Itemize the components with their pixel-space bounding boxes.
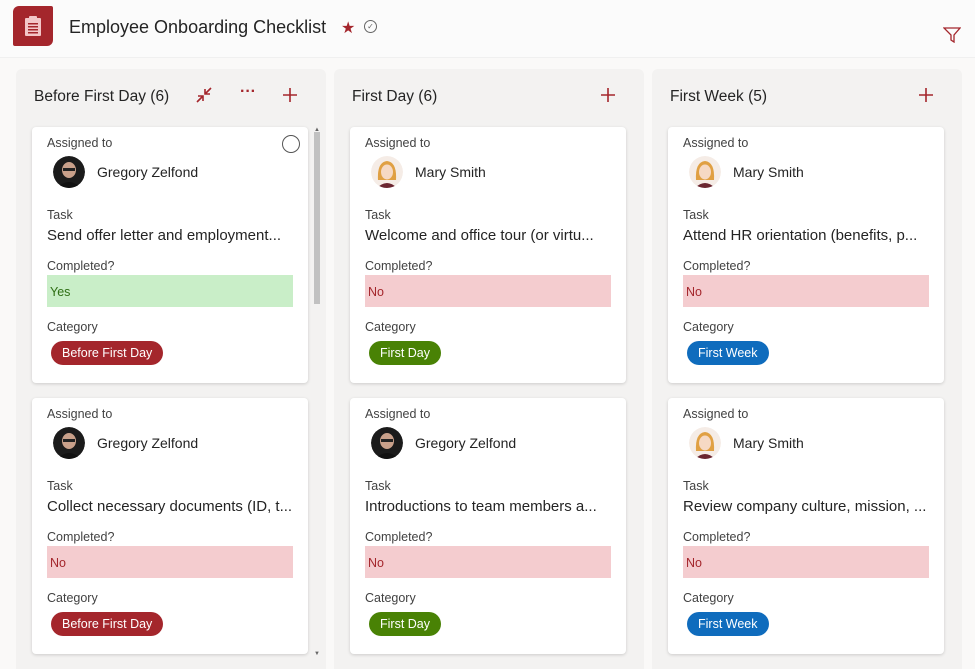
completed-label: Completed? (365, 530, 433, 544)
task-label: Task (683, 208, 709, 222)
assigned-to-label: Assigned to (47, 136, 113, 150)
category-label: Category (683, 591, 734, 605)
assignee-name: Mary Smith (733, 435, 804, 451)
task-label: Task (365, 479, 391, 493)
task-title: Attend HR orientation (benefits, p... (683, 227, 918, 244)
completed-status: No (683, 546, 929, 578)
category-badge: First Week (687, 612, 769, 636)
more-options-icon[interactable]: ··· (236, 80, 260, 104)
category-badge: First Day (369, 341, 441, 365)
completed-status: No (365, 546, 611, 578)
completed-label: Completed? (683, 530, 751, 544)
task-title: Review company culture, mission, ... (683, 498, 927, 515)
completed-label: Completed? (47, 259, 115, 273)
column-title: First Week (5) (670, 88, 768, 105)
header-bar: Employee Onboarding Checklist ★ ✓ (0, 0, 975, 58)
task-card[interactable]: Assigned to Gregory Zelfond Task Collect… (32, 398, 308, 654)
completed-status: No (683, 275, 929, 307)
assigned-to-label: Assigned to (47, 407, 113, 421)
assigned-to-label: Assigned to (365, 407, 431, 421)
avatar (371, 156, 403, 188)
assigned-to-label: Assigned to (683, 407, 749, 421)
scrollbar-thumb[interactable] (314, 132, 320, 304)
completed-status: No (365, 275, 611, 307)
category-label: Category (365, 320, 416, 334)
task-card[interactable]: Assigned to Mary Smith Task Review compa… (668, 398, 944, 654)
assignee-name: Gregory Zelfond (97, 164, 199, 180)
task-title: Send offer letter and employment... (47, 227, 282, 244)
column-title: Before First Day (6) (34, 88, 170, 105)
category-label: Category (365, 591, 416, 605)
collapse-icon[interactable] (192, 83, 216, 107)
category-badge: First Day (369, 612, 441, 636)
task-card[interactable]: Assigned to Gregory Zelfond Task Introdu… (350, 398, 626, 654)
category-label: Category (683, 320, 734, 334)
task-card[interactable]: Assigned to Mary Smith Task Welcome and … (350, 127, 626, 383)
task-label: Task (683, 479, 709, 493)
add-card-button[interactable] (278, 83, 302, 107)
category-label: Category (47, 320, 98, 334)
assignee-name: Gregory Zelfond (415, 435, 517, 451)
category-badge: First Week (687, 341, 769, 365)
task-title: Introductions to team members a... (365, 498, 597, 515)
completed-status: No (47, 546, 293, 578)
task-label: Task (365, 208, 391, 222)
select-card-checkbox[interactable] (282, 135, 300, 153)
assignee-name: Mary Smith (415, 164, 486, 180)
avatar (53, 156, 85, 188)
completed-label: Completed? (47, 530, 115, 544)
task-card[interactable]: Assigned to Gregory Zelfond Task Send of… (32, 127, 308, 383)
avatar (689, 156, 721, 188)
avatar (689, 427, 721, 459)
task-label: Task (47, 479, 73, 493)
column-title: First Day (6) (352, 88, 438, 105)
add-card-button[interactable] (596, 83, 620, 107)
scrollbar[interactable]: ▲ ▼ (313, 127, 321, 657)
task-title: Collect necessary documents (ID, t... (47, 498, 293, 515)
task-card[interactable]: Assigned to Mary Smith Task Attend HR or… (668, 127, 944, 383)
add-card-button[interactable] (914, 83, 938, 107)
check-circle-icon[interactable]: ✓ (364, 20, 377, 33)
task-title: Welcome and office tour (or virtu... (365, 227, 594, 244)
avatar (371, 427, 403, 459)
clipboard-icon (13, 6, 53, 46)
assignee-name: Mary Smith (733, 164, 804, 180)
category-label: Category (47, 591, 98, 605)
assigned-to-label: Assigned to (683, 136, 749, 150)
scroll-down-icon[interactable]: ▼ (313, 651, 321, 657)
assigned-to-label: Assigned to (365, 136, 431, 150)
completed-label: Completed? (683, 259, 751, 273)
completed-label: Completed? (365, 259, 433, 273)
category-badge: Before First Day (51, 341, 164, 365)
avatar (53, 427, 85, 459)
assignee-name: Gregory Zelfond (97, 435, 199, 451)
filter-icon[interactable] (942, 27, 962, 48)
task-label: Task (47, 208, 73, 222)
star-icon[interactable]: ★ (341, 18, 355, 38)
app-title: Employee Onboarding Checklist (69, 17, 327, 37)
category-badge: Before First Day (51, 612, 164, 636)
completed-status: Yes (47, 275, 293, 307)
